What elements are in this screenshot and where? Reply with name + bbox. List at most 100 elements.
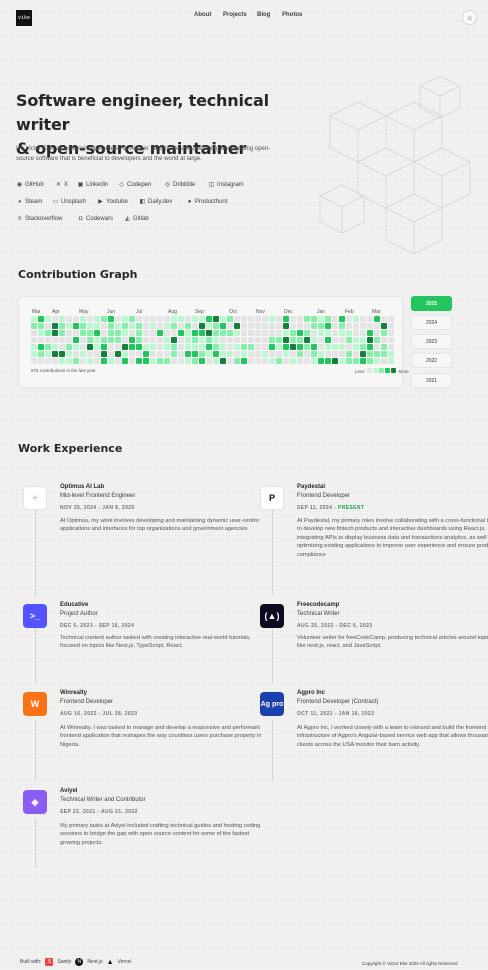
contribution-cell [269,330,275,336]
contribution-cell [227,337,233,343]
contribution-cell [381,351,387,357]
nav-photos[interactable]: Photos [282,12,302,18]
contribution-cell [353,323,359,329]
contribution-cell [346,323,352,329]
site-logo[interactable]: vike [16,10,32,26]
nav-projects[interactable]: Projects [223,12,247,18]
contribution-cell [248,358,254,364]
job-description: At Agpro Inc, I worked closely with a te… [297,725,488,748]
contribution-cell [80,344,86,350]
contribution-cell [59,344,65,350]
social-dailydev-link[interactable]: ◧ Daily.dev [139,198,173,206]
contribution-cell [311,330,317,336]
job-description: Volunteer writer for freeCodeCamp, produ… [297,635,488,650]
legend-less: Less [355,368,365,374]
contribution-cell [388,337,394,343]
contribution-cell [255,358,261,364]
contribution-cell [290,323,296,329]
social-producthunt-link[interactable]: ● Producthunt [186,198,228,205]
contribution-cell [248,330,254,336]
contribution-cell [122,337,128,343]
contribution-cell [353,330,359,336]
contribution-cell [66,316,72,322]
social-stackoverflow-link[interactable]: ≡ Stackoverflow [16,215,63,222]
contribution-cell [262,323,268,329]
contribution-cell [360,316,366,322]
contribution-cell [213,330,219,336]
contribution-cell [374,330,380,336]
contribution-cell [241,316,247,322]
contribution-cell [192,337,198,343]
contribution-cell [269,316,275,322]
contribution-cell [108,358,114,364]
social-linkedin-link[interactable]: ▣ Linkedin [77,181,109,189]
contribution-cell [360,344,366,350]
contribution-cell [262,351,268,357]
nextjs-label: Next.js [87,959,103,965]
contribution-cell [199,337,205,343]
social-github-link[interactable]: ◉ GitHub [16,181,44,189]
nav-about[interactable]: About [194,12,211,18]
social-steam-link[interactable]: ◕ Steam [16,198,43,205]
contribution-cell [283,330,289,336]
contribution-cell [143,344,149,350]
experience-title: Work Experience [18,442,123,455]
contribution-cell [276,337,282,343]
contribution-cell [269,351,275,357]
year-button-2023[interactable]: 2023 [411,334,452,349]
social-instagram-link[interactable]: ◫ Instagram [208,181,244,189]
contribution-cell [220,351,226,357]
agpro-logo-icon: Ag pro [260,692,284,716]
contribution-cell [31,316,37,322]
contribution-cell [220,337,226,343]
month-label: Nov [256,309,265,315]
contribution-cell [73,358,79,364]
contribution-cell [80,316,86,322]
year-button-2025[interactable]: 2025 [411,296,452,311]
contribution-cell [262,344,268,350]
vercel-icon: ▲ [106,958,114,966]
contribution-cell [52,323,58,329]
contribution-cell [157,316,163,322]
contribution-cell [332,323,338,329]
x-icon: ✕ [55,182,62,188]
contribution-cell [346,337,352,343]
built-with-label: Built with: [20,959,42,965]
contribution-cell [325,337,331,343]
contribution-cell [304,337,310,343]
contribution-cell [388,351,394,357]
year-button-2022[interactable]: 2022 [411,353,452,368]
contribution-cell [101,323,107,329]
social-x-link[interactable]: ✕ X [55,181,68,189]
contribution-cell [45,330,51,336]
legend-swatch [372,368,378,373]
contribution-cell [199,330,205,336]
social-dribbble-link[interactable]: ◎ Dribbble [164,181,195,189]
contribution-cell [101,337,107,343]
contribution-cell [234,358,240,364]
year-button-2021[interactable]: 2021 [411,373,452,388]
contribution-cell [59,337,65,343]
contribution-cell [234,337,240,343]
contribution-cell [143,316,149,322]
nav-blog[interactable]: Blog [257,12,270,18]
theme-toggle-button[interactable]: ☼ [462,10,477,25]
job-description: Technical content author tasked with cre… [60,635,251,650]
contribution-cell [101,358,107,364]
contribution-cell [178,337,184,343]
contribution-cell [339,316,345,322]
contribution-cell [52,344,58,350]
social-gitlab-link[interactable]: ◭ Gitlab [124,215,149,223]
year-button-2024[interactable]: 2024 [411,315,452,330]
contribution-cell [122,358,128,364]
contribution-cell [185,351,191,357]
social-codewars-link[interactable]: ◘ Codewars [77,215,113,222]
logo-text: vike [17,15,31,21]
contribution-cell [318,351,324,357]
contribution-cell [290,337,296,343]
contribution-cell [234,323,240,329]
social-codepen-link[interactable]: ◇ Codepen [118,181,151,189]
social-youtube-link[interactable]: ▶ Youtube [97,198,128,206]
contribution-cell [115,330,121,336]
social-unsplash-link[interactable]: ▭ Unsplash [52,198,86,206]
